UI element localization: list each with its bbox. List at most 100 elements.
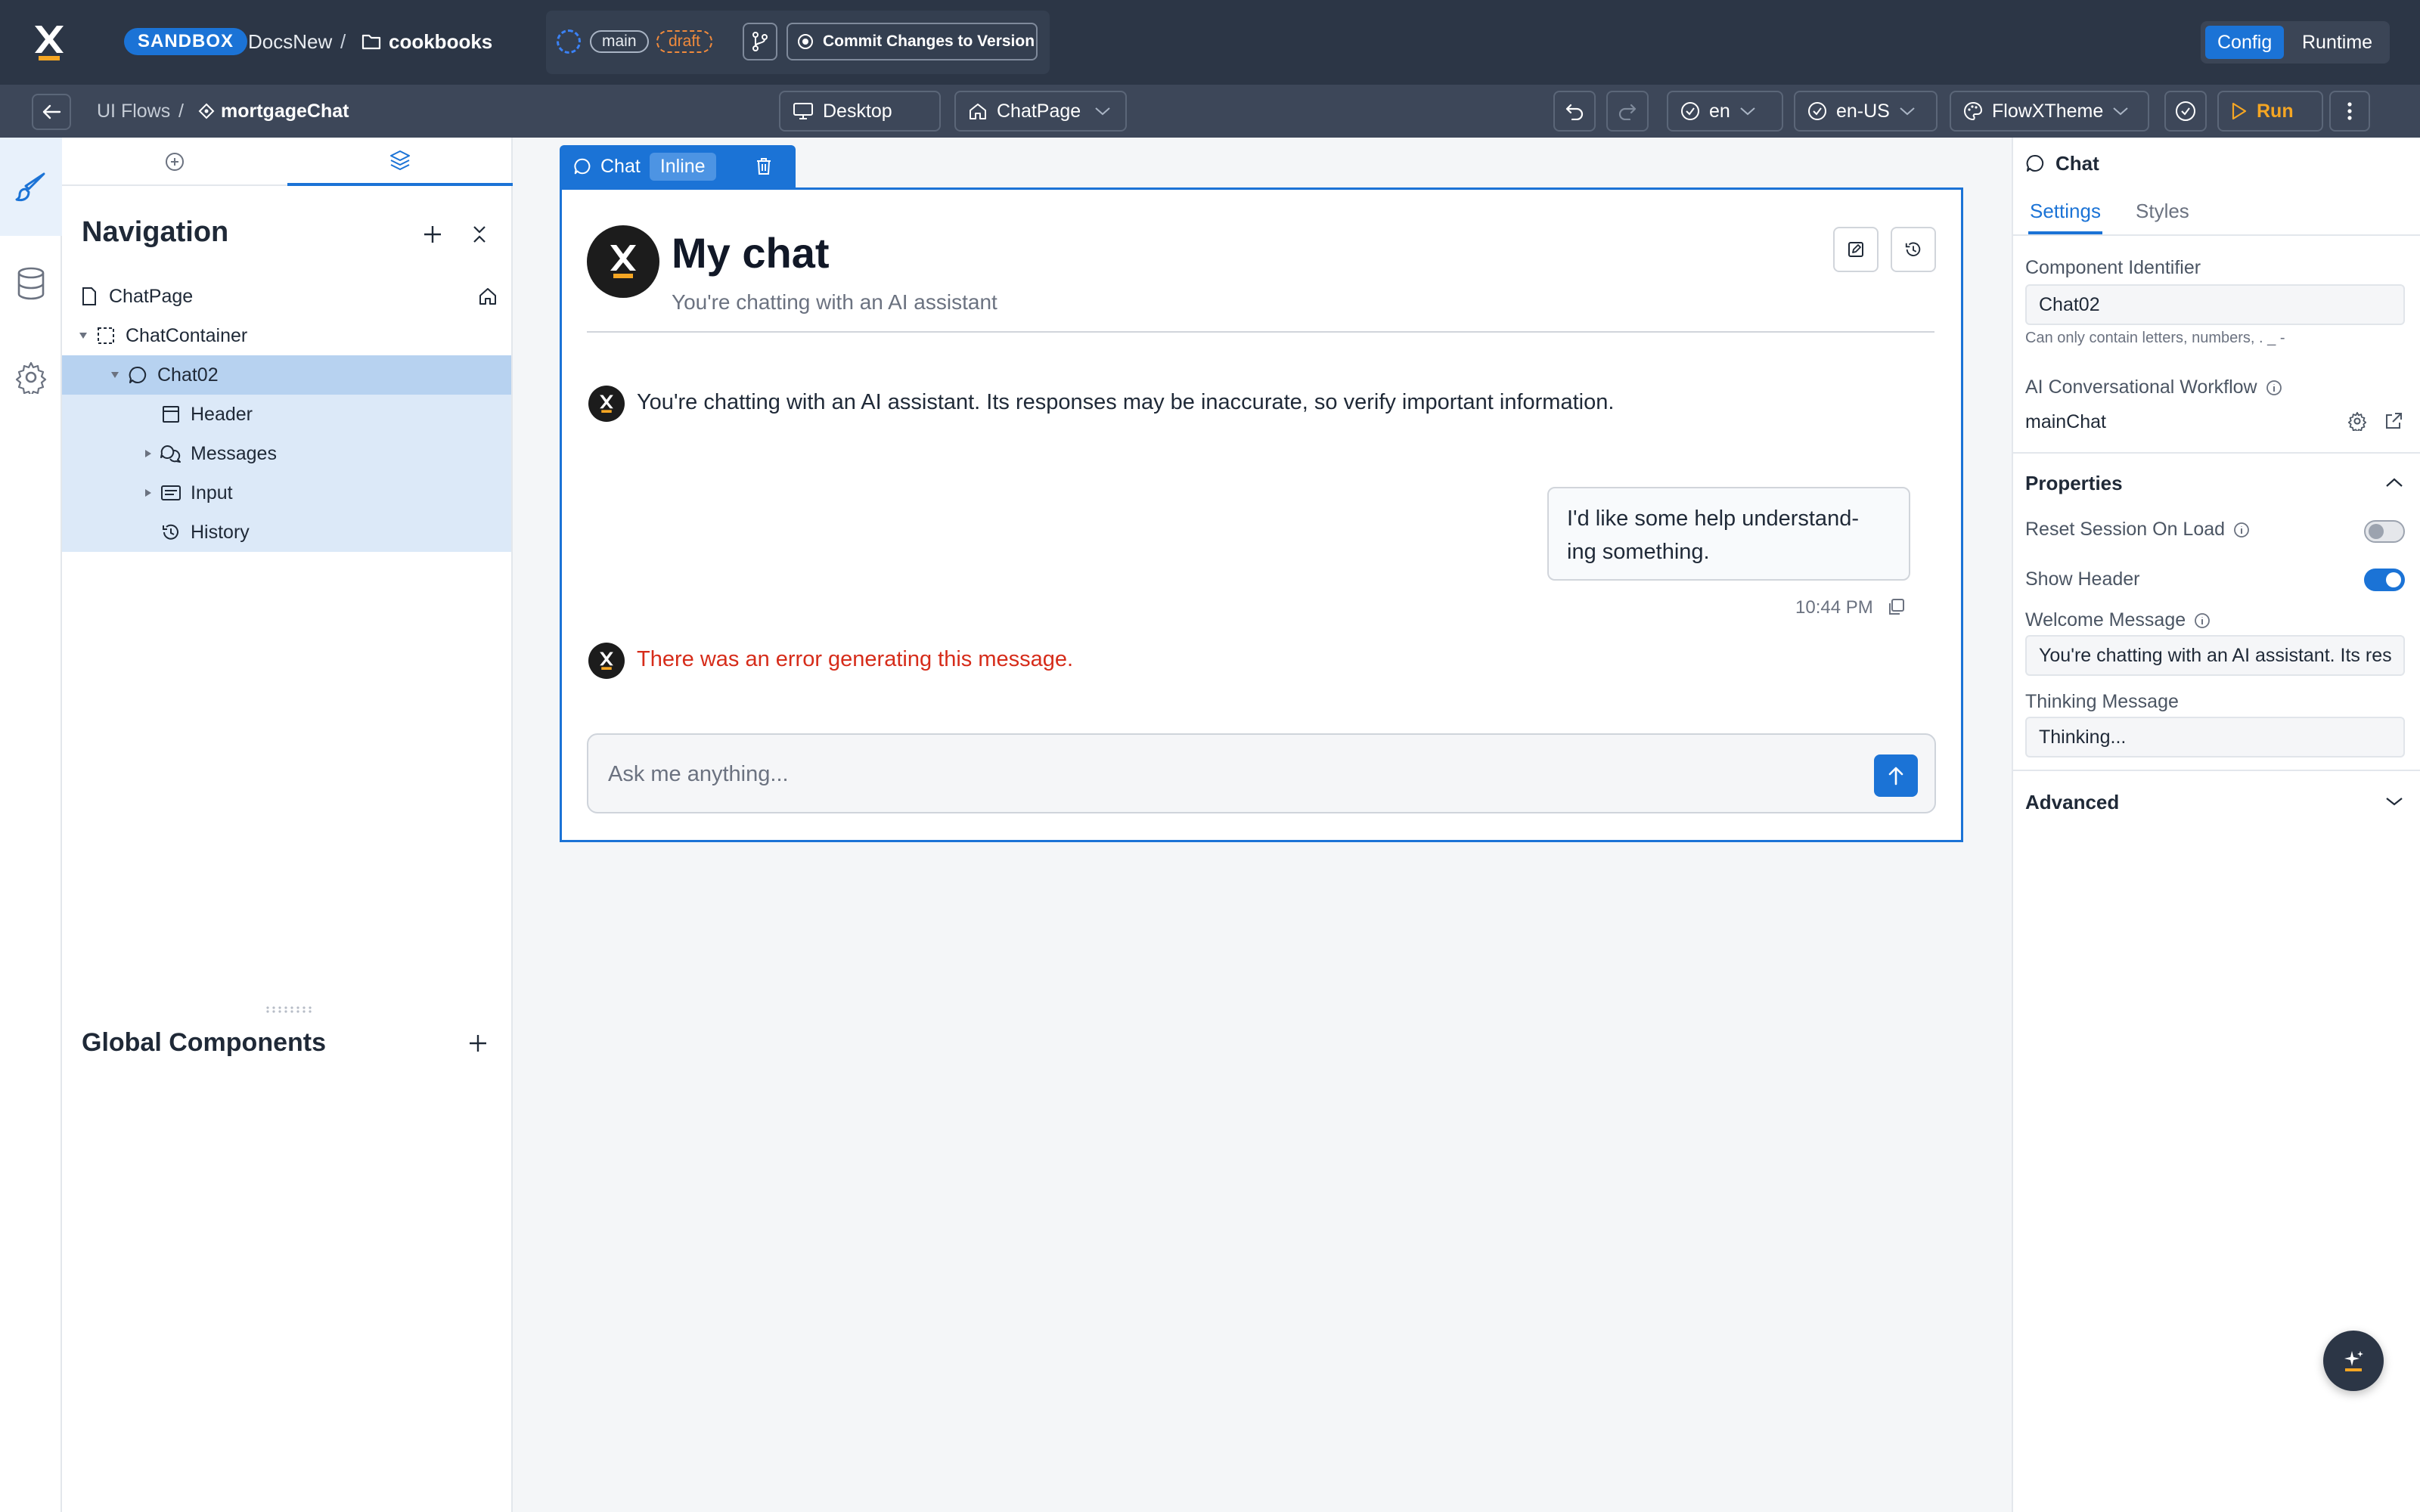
user-message-bubble: I'd like some help understand- ing somet… bbox=[1547, 487, 1910, 581]
branch-main-badge[interactable]: main bbox=[590, 30, 649, 53]
advanced-section-title[interactable]: Advanced bbox=[2025, 791, 2119, 814]
workflow-label: AI Conversational Workflow bbox=[2025, 376, 2283, 398]
welcome-message-label: Welcome Message bbox=[2025, 609, 2211, 631]
tab-styles[interactable]: Styles bbox=[2136, 200, 2189, 234]
redo-button[interactable] bbox=[1606, 91, 1649, 132]
chevron-up-icon[interactable] bbox=[2382, 470, 2406, 494]
run-label: Run bbox=[2257, 100, 2294, 122]
home-icon bbox=[970, 104, 986, 119]
chat-icon bbox=[2026, 154, 2044, 172]
tree-item-history[interactable]: History bbox=[62, 513, 511, 552]
workflow-label-text: AI Conversational Workflow bbox=[2025, 376, 2257, 398]
branch-button[interactable] bbox=[743, 23, 777, 60]
environment-badge: SANDBOX bbox=[124, 28, 248, 55]
flow-icon bbox=[198, 103, 215, 119]
home-page-icon[interactable] bbox=[478, 287, 498, 306]
tree-item-input[interactable]: Input bbox=[62, 473, 511, 513]
chevron-down-icon bbox=[1900, 107, 1915, 116]
info-icon[interactable] bbox=[2265, 379, 2283, 397]
collapse-all-button[interactable] bbox=[464, 219, 495, 249]
component-identifier-input[interactable] bbox=[2025, 284, 2405, 325]
caret-right-icon[interactable] bbox=[141, 449, 156, 458]
tree-item-header[interactable]: Header bbox=[62, 395, 511, 434]
global-components-title: Global Components bbox=[82, 1028, 326, 1057]
validate-button[interactable] bbox=[2164, 91, 2207, 132]
identifier-hint: Can only contain letters, numbers, . _ - bbox=[2025, 330, 2285, 346]
chat-icon bbox=[574, 158, 591, 175]
ai-assistant-button[interactable] bbox=[2323, 1331, 2384, 1391]
chat-input[interactable] bbox=[608, 758, 1818, 791]
undo-button[interactable] bbox=[1553, 91, 1596, 132]
language-selector[interactable]: en bbox=[1667, 91, 1783, 132]
breadcrumb-ui-flows[interactable]: UI Flows bbox=[97, 99, 170, 123]
more-options-button[interactable] bbox=[2329, 91, 2370, 132]
tree-item-label: ChatPage bbox=[109, 285, 194, 307]
more-vertical-icon bbox=[2347, 102, 2352, 120]
branch-draft-badge[interactable]: draft bbox=[656, 30, 713, 53]
new-chat-button[interactable] bbox=[1833, 227, 1879, 272]
folder-name: cookbooks bbox=[389, 29, 493, 53]
send-button[interactable] bbox=[1874, 754, 1918, 797]
device-selector[interactable]: Desktop bbox=[779, 91, 941, 132]
add-global-component-button[interactable] bbox=[463, 1028, 493, 1058]
panel-header: Chat bbox=[2025, 151, 2099, 175]
assistant-avatar bbox=[588, 643, 625, 679]
user-message-line: I'd like some help understand- bbox=[1567, 507, 1859, 531]
info-icon[interactable] bbox=[2193, 612, 2211, 630]
workflow-settings-icon[interactable] bbox=[2347, 411, 2367, 431]
tree-item-chatpage[interactable]: ChatPage bbox=[62, 277, 511, 316]
caret-right-icon[interactable] bbox=[141, 488, 156, 497]
delete-component-icon[interactable] bbox=[755, 157, 772, 175]
mode-switch: Config Runtime bbox=[2201, 21, 2390, 64]
resize-handle[interactable] bbox=[265, 1005, 313, 1013]
chevron-down-icon[interactable] bbox=[2382, 789, 2406, 813]
rail-design-button[interactable] bbox=[0, 138, 62, 236]
plus-circle-icon bbox=[166, 153, 184, 171]
folder-breadcrumb[interactable]: cookbooks bbox=[361, 29, 492, 54]
config-mode-button[interactable]: Config bbox=[2205, 26, 2285, 59]
breadcrumb-separator: / bbox=[340, 30, 346, 53]
project-name[interactable]: DocsNew bbox=[248, 29, 332, 54]
navigation-tabs bbox=[62, 138, 513, 186]
thinking-message-input[interactable] bbox=[2025, 717, 2405, 758]
caret-down-icon[interactable] bbox=[76, 332, 91, 339]
show-header-toggle[interactable] bbox=[2364, 569, 2405, 591]
chat-history-button[interactable] bbox=[1891, 227, 1936, 272]
plus-icon bbox=[424, 226, 441, 243]
tree-item-chatcontainer[interactable]: ChatContainer bbox=[62, 316, 511, 355]
selected-component-tag[interactable]: Chat Inline bbox=[560, 145, 796, 187]
properties-section-title[interactable]: Properties bbox=[2025, 472, 2123, 495]
tree-item-chat02[interactable]: Chat02 bbox=[62, 355, 511, 395]
tab-settings[interactable]: Settings bbox=[2028, 200, 2102, 234]
identifier-label: Component Identifier bbox=[2025, 257, 2201, 279]
reset-session-toggle[interactable] bbox=[2364, 520, 2405, 543]
paintbrush-icon bbox=[15, 172, 45, 202]
back-button[interactable] bbox=[32, 94, 71, 130]
tree-item-messages[interactable]: Messages bbox=[62, 434, 511, 473]
plus-icon bbox=[470, 1035, 486, 1052]
info-icon[interactable] bbox=[2232, 521, 2251, 539]
tab-add-components[interactable] bbox=[62, 138, 287, 186]
thinking-message-label: Thinking Message bbox=[2025, 691, 2179, 713]
theme-selector[interactable]: FlowXTheme bbox=[1950, 91, 2149, 132]
rail-settings-button[interactable] bbox=[0, 328, 62, 426]
copy-icon[interactable] bbox=[1886, 597, 1906, 617]
caret-down-icon[interactable] bbox=[107, 371, 123, 379]
commit-changes-button[interactable]: Commit Changes to Version bbox=[786, 23, 1038, 60]
play-icon bbox=[2232, 102, 2247, 120]
flowx-logo[interactable] bbox=[30, 23, 68, 62]
welcome-message-label-text: Welcome Message bbox=[2025, 609, 2186, 631]
page-selector[interactable]: ChatPage bbox=[954, 91, 1127, 132]
run-button[interactable]: Run bbox=[2217, 91, 2323, 132]
add-page-button[interactable] bbox=[417, 219, 448, 249]
tree-item-label: Messages bbox=[191, 442, 277, 464]
locale-selector[interactable]: en-US bbox=[1794, 91, 1938, 132]
runtime-mode-button[interactable]: Runtime bbox=[2290, 26, 2384, 59]
user-message-line: ing something. bbox=[1567, 540, 1710, 564]
welcome-message-input[interactable] bbox=[2025, 635, 2405, 676]
open-external-icon[interactable] bbox=[2384, 411, 2403, 431]
rail-data-button[interactable] bbox=[0, 234, 62, 333]
component-mode-badge[interactable]: Inline bbox=[649, 152, 716, 181]
tab-layers[interactable] bbox=[287, 138, 513, 186]
history-icon bbox=[156, 522, 186, 542]
